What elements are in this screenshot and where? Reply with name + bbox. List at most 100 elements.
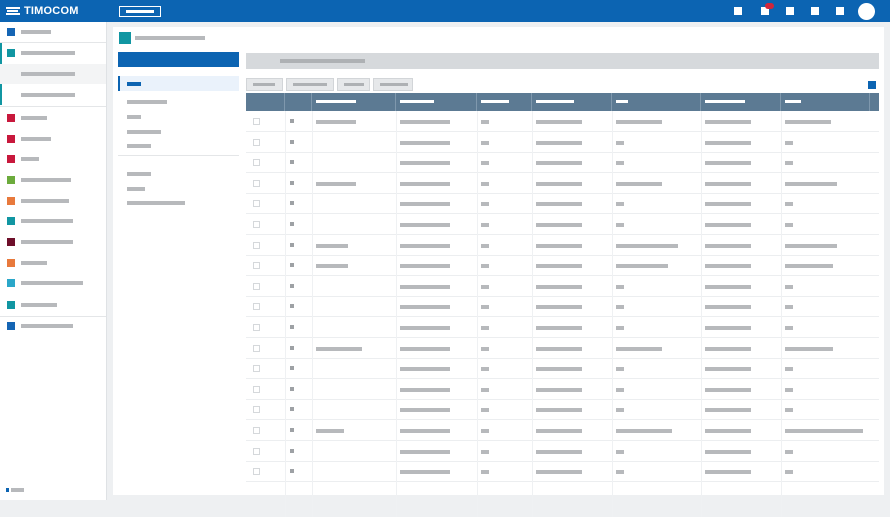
column-header-2[interactable]: [285, 93, 312, 111]
secondary-nav-label: [127, 201, 185, 205]
sidebar-item-6[interactable]: [0, 170, 106, 190]
sidebar-item-8[interactable]: [0, 211, 106, 231]
table-cell: [400, 181, 450, 186]
table-cell: [536, 202, 582, 207]
row-status-icon: [290, 283, 294, 288]
row-checkbox[interactable]: [253, 344, 260, 352]
secondary-nav-item-5[interactable]: [118, 138, 239, 153]
row-checkbox[interactable]: [253, 138, 260, 146]
table-cell: [481, 449, 489, 454]
table-row[interactable]: [246, 235, 879, 256]
row-checkbox[interactable]: [253, 241, 260, 249]
row-checkbox[interactable]: [253, 324, 260, 331]
table-toolbar-button-4[interactable]: [373, 78, 413, 91]
column-header-4[interactable]: [396, 93, 477, 111]
sidebar-item-1[interactable]: [0, 22, 106, 42]
row-checkbox[interactable]: [253, 447, 260, 455]
row-checkbox[interactable]: [253, 303, 260, 311]
table-row[interactable]: [246, 296, 879, 318]
secondary-nav-item-3[interactable]: [118, 109, 239, 124]
table-cell: [481, 408, 489, 413]
table-row[interactable]: [246, 152, 879, 174]
sidebar-item-7[interactable]: [0, 191, 106, 211]
column-header-9[interactable]: [781, 93, 870, 111]
column-header-6[interactable]: [532, 93, 612, 111]
table-settings-icon[interactable]: [868, 81, 876, 89]
row-checkbox[interactable]: [253, 262, 260, 270]
sidebar-item-3[interactable]: [0, 108, 106, 128]
sidebar-item-9[interactable]: [0, 232, 106, 252]
timocom-logo[interactable]: TIMOCOM: [6, 4, 79, 18]
table-row[interactable]: [246, 420, 879, 441]
table-row[interactable]: [246, 461, 879, 483]
user-avatar[interactable]: [858, 3, 875, 20]
row-checkbox[interactable]: [253, 200, 260, 208]
sidebar-subitem-2[interactable]: [0, 85, 106, 105]
sidebar-subitem-1[interactable]: [0, 64, 106, 84]
table-row[interactable]: [246, 193, 879, 215]
top-action-button[interactable]: [119, 6, 161, 17]
table-toolbar-button-3[interactable]: [337, 78, 370, 91]
row-status-icon: [290, 407, 294, 412]
row-checkbox[interactable]: [253, 385, 260, 393]
menu-icon-3[interactable]: [836, 7, 844, 15]
table-row[interactable]: [246, 276, 879, 297]
secondary-nav-item-8[interactable]: [118, 195, 239, 210]
menu-icon-1[interactable]: [786, 7, 794, 15]
table-row[interactable]: [246, 358, 879, 380]
sidebar-item-12[interactable]: [0, 295, 106, 315]
table-row[interactable]: [246, 255, 879, 277]
column-header-1[interactable]: [246, 93, 285, 111]
table-toolbar-button-2[interactable]: [286, 78, 334, 91]
row-checkbox[interactable]: [253, 468, 260, 476]
table-row[interactable]: [246, 338, 879, 359]
column-header-3[interactable]: [312, 93, 396, 111]
table-cell: [400, 264, 450, 269]
table-row[interactable]: [246, 441, 879, 462]
row-checkbox[interactable]: [253, 365, 260, 373]
table-row[interactable]: [246, 399, 879, 421]
row-checkbox[interactable]: [253, 159, 260, 167]
menu-icon-2[interactable]: [811, 7, 819, 15]
secondary-nav-item-7[interactable]: [118, 181, 239, 196]
secondary-nav-item-1[interactable]: [118, 76, 239, 91]
secondary-nav-item-4[interactable]: [118, 124, 239, 139]
row-checkbox[interactable]: [253, 179, 260, 187]
column-header-7[interactable]: [612, 93, 701, 111]
sidebar-item-10[interactable]: [0, 253, 106, 273]
column-header-8[interactable]: [701, 93, 781, 111]
search-input[interactable]: [246, 53, 879, 69]
row-checkbox[interactable]: [253, 118, 260, 125]
sidebar-item-2[interactable]: [0, 43, 106, 63]
sidebar-item-4[interactable]: [0, 129, 106, 149]
table-row[interactable]: [246, 132, 879, 153]
sidebar-item-13[interactable]: [0, 316, 106, 336]
table-toolbar-button-1[interactable]: [246, 78, 283, 91]
secondary-nav-header[interactable]: [118, 52, 239, 67]
notification-icon[interactable]: [734, 7, 742, 15]
column-divider: [612, 111, 613, 517]
secondary-nav-item-6[interactable]: [118, 166, 239, 181]
sidebar-item-11[interactable]: [0, 273, 106, 293]
sidebar-item-5-label: [21, 157, 39, 161]
table-cell: [481, 181, 489, 186]
table-row[interactable]: [246, 111, 879, 132]
row-status-icon: [290, 345, 294, 350]
row-checkbox[interactable]: [253, 282, 260, 290]
sidebar-item-7-icon: [7, 197, 15, 205]
table-row[interactable]: [246, 317, 879, 338]
row-checkbox[interactable]: [253, 406, 260, 414]
sidebar-item-5[interactable]: [0, 149, 106, 169]
table-row[interactable]: [246, 214, 879, 235]
table-cell: [400, 408, 450, 413]
sidebar-footer[interactable]: [6, 488, 24, 492]
table-cell: [616, 408, 624, 413]
row-checkbox[interactable]: [253, 427, 260, 434]
row-checkbox[interactable]: [253, 221, 260, 228]
sidebar-item-3-label: [21, 116, 47, 120]
secondary-nav-item-2[interactable]: [118, 94, 239, 109]
table-row[interactable]: [246, 379, 879, 400]
table-cell: [481, 346, 489, 351]
table-row[interactable]: [246, 173, 879, 194]
column-header-5[interactable]: [477, 93, 532, 111]
